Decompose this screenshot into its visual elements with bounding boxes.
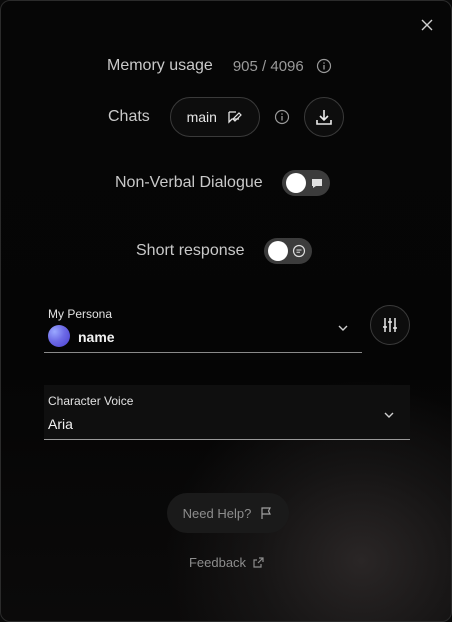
chat-bubble-icon (292, 244, 306, 258)
feedback-label: Feedback (188, 555, 247, 570)
close-icon[interactable] (417, 15, 437, 35)
chats-row: Chats main (108, 97, 344, 137)
non-verbal-row: Non-Verbal Dialogue (115, 170, 330, 196)
download-button[interactable] (303, 97, 344, 137)
chats-label: Chats (108, 108, 150, 125)
current-chat-name: main (186, 109, 217, 125)
non-verbal-toggle[interactable] (281, 170, 330, 196)
need-help-label: Need Help? (182, 505, 252, 521)
character-voice-label: Character Voice (48, 394, 134, 408)
character-voice-select[interactable]: Character Voice Aria (44, 385, 410, 440)
sliders-icon (380, 315, 400, 335)
info-icon[interactable] (274, 109, 290, 125)
avatar (48, 325, 70, 347)
toggle-knob (267, 241, 288, 261)
current-chat-button[interactable]: main (169, 97, 260, 137)
memory-usage-row: Memory usage 905 / 4096 (107, 55, 332, 77)
info-icon[interactable] (316, 58, 332, 74)
memory-usage-label: Memory usage (107, 57, 213, 74)
persona-name: name (78, 329, 115, 345)
download-icon (314, 107, 334, 127)
short-response-label: Short response (136, 242, 245, 259)
short-response-row: Short response (136, 238, 312, 264)
need-help-button[interactable]: Need Help? (167, 493, 289, 533)
chat-settings-panel: Memory usage 905 / 4096 Chats main Non-V… (0, 0, 452, 622)
short-response-toggle[interactable] (263, 238, 312, 264)
chevron-down-icon (382, 408, 396, 422)
speech-bubble-icon (310, 176, 324, 190)
persona-select[interactable]: My Persona name (44, 301, 362, 353)
memory-usage-value: 905 / 4096 (232, 57, 304, 75)
feedback-link[interactable]: Feedback (1, 555, 451, 570)
external-link-icon (252, 556, 265, 569)
persona-label: My Persona (48, 307, 113, 321)
chevron-down-icon (336, 321, 350, 335)
persona-settings-button[interactable] (370, 305, 410, 345)
non-verbal-label: Non-Verbal Dialogue (115, 174, 263, 191)
character-voice-value: Aria (48, 416, 73, 432)
toggle-knob (285, 173, 306, 193)
chat-edit-icon (227, 109, 243, 125)
flag-icon (259, 506, 273, 520)
